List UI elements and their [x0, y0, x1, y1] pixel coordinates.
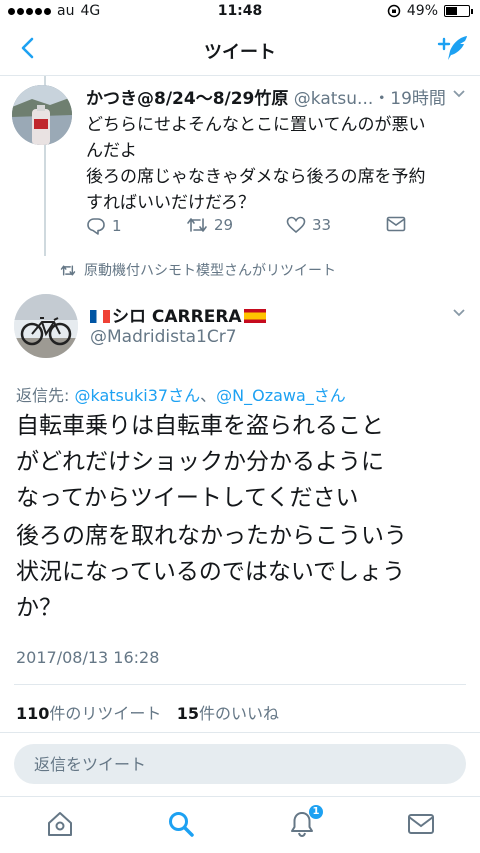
tweet-text-line: どちらにせよそんなとこに置いてんのが悪い [86, 115, 426, 135]
parent-tweet-header: かつき@8/24〜8/29竹原 @katsu...・19時間 [86, 84, 470, 109]
retweet-icon [60, 264, 76, 276]
parent-tweet[interactable]: かつき@8/24〜8/29竹原 @katsu...・19時間 どちらにせよそんな… [0, 82, 480, 250]
compose-tweet-icon[interactable] [436, 32, 470, 66]
tweet-text-line: 状況になっているのではないでしょう [16, 559, 406, 585]
tweet-text-line: がどれだけショックか分かるように [16, 449, 384, 475]
retweet-stats-label: 件のリツイート [49, 704, 162, 723]
reply-input[interactable] [14, 744, 466, 784]
mention-link[interactable]: @N_Ozawa_さん [216, 386, 346, 405]
tweet-text-line: か？ [16, 595, 62, 621]
like-count: 33 [312, 216, 332, 234]
reply-prefix: 返信先: [16, 386, 75, 405]
search-icon[interactable] [166, 809, 196, 839]
reply-action[interactable]: 1 [86, 216, 122, 236]
reply-icon [87, 218, 105, 235]
tweet-text-line: んだよ [86, 141, 137, 161]
retweeted-by-note: 原動機付ハシモト模型さんがリツイート [60, 260, 336, 280]
nav-bar: ツイート [0, 24, 480, 76]
tab-bar: 1 [0, 796, 480, 853]
tweet-text-line: 後ろの席を取れなかったからこういう [16, 523, 407, 549]
like-action[interactable]: 33 [286, 216, 331, 234]
tweet-text-line: すればいいだけだろ？ [86, 193, 255, 213]
retweet-total: 110 [16, 704, 50, 723]
heart-icon [286, 216, 306, 234]
like-stats[interactable]: 15件のいいね [177, 704, 279, 723]
reply-composer [14, 744, 466, 784]
avatar[interactable] [12, 85, 72, 145]
avatar[interactable] [14, 294, 78, 358]
france-flag-icon [90, 310, 110, 323]
engagement-counts: 110件のリツイート 15件のいいね [16, 700, 279, 724]
battery-percent: 49% [406, 3, 438, 19]
divider [0, 732, 480, 733]
orientation-lock-icon [387, 4, 401, 18]
mention-link[interactable]: @katsuki37さん [74, 386, 200, 405]
tweet-timestamp: 2017/08/13 16:28 [16, 648, 160, 667]
like-total: 15 [176, 704, 199, 723]
chevron-down-icon[interactable] [452, 308, 466, 318]
parent-tweet-actions: 1 29 33 [86, 216, 470, 240]
user-handle[interactable]: @Madridista1Cr7 [90, 327, 237, 347]
battery-icon [444, 5, 473, 17]
tweet-text-line: 自転車乗りは自転車を盗られること [16, 413, 384, 439]
reply-context: 返信先: @katsuki37さん、@N_Ozawa_さん [16, 382, 346, 406]
home-icon[interactable] [45, 809, 75, 839]
chevron-down-icon[interactable] [452, 89, 466, 99]
retweet-icon [187, 218, 207, 232]
spain-flag-icon [243, 309, 266, 323]
divider [14, 684, 466, 685]
direct-message-action[interactable] [386, 216, 406, 232]
messages-icon[interactable] [406, 809, 436, 839]
envelope-icon [386, 216, 406, 232]
tweet-text-line: なってからツイートしてください [16, 485, 359, 511]
page-title: ツイート [204, 42, 276, 63]
like-stats-label: 件のいいね [198, 704, 279, 723]
parent-tweet-text: どちらにせよそんなとこに置いてんのが悪い んだよ 後ろの席じゃなきゃダメなら後ろ… [86, 112, 470, 216]
reply-count: 1 [112, 217, 122, 235]
main-tweet-text: 自転車乗りは自転車を盗られること がどれだけショックか分かるように なってからツ… [16, 408, 472, 626]
retweet-action[interactable]: 29 [186, 216, 233, 234]
tweet-text-line: 後ろの席じゃなきゃダメなら後ろの席を予約 [86, 167, 426, 187]
retweet-stats[interactable]: 110件のリツイート [16, 704, 161, 723]
mention-separator: 、 [200, 386, 217, 405]
display-name[interactable]: シロ CARRERA [90, 302, 266, 327]
tweet-time: ・19時間 [373, 89, 446, 109]
status-bar: au 4G 11:48 49% [0, 0, 480, 24]
retweet-count: 29 [214, 216, 234, 234]
display-name[interactable]: かつき@8/24〜8/29竹原 [86, 89, 288, 109]
notification-badge: 1 [309, 805, 323, 819]
user-handle[interactable]: @katsu... [294, 89, 373, 109]
retweeted-by-text[interactable]: 原動機付ハシモト模型さんがリツイート [84, 260, 336, 280]
